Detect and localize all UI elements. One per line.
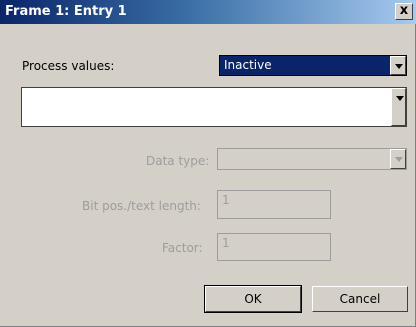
cancel-button[interactable]: Cancel [312,286,408,312]
chevron-down-icon[interactable] [390,56,406,75]
data-type-label: Data type: [146,154,210,168]
bit-pos-label: Bit pos./text length: [82,199,201,213]
chevron-down-icon[interactable] [391,88,406,126]
bit-pos-field[interactable]: 1 [217,190,331,219]
process-values-list[interactable] [21,87,407,127]
process-values-select[interactable]: Inactive [219,55,407,76]
ok-button[interactable]: OK [204,285,302,313]
data-type-select[interactable] [217,148,407,170]
process-values-label: Process values: [22,59,115,73]
dialog-window: Frame 1: Entry 1 x Process values: Inact… [0,0,416,327]
window-title: Frame 1: Entry 1 [5,4,127,19]
factor-label: Factor: [162,241,203,255]
close-button[interactable]: x [395,3,413,20]
chevron-down-icon[interactable] [390,149,406,169]
title-bar: Frame 1: Entry 1 x [0,0,416,24]
process-values-selected: Inactive [224,58,272,72]
factor-field[interactable]: 1 [217,233,331,261]
close-icon: x [399,3,409,18]
